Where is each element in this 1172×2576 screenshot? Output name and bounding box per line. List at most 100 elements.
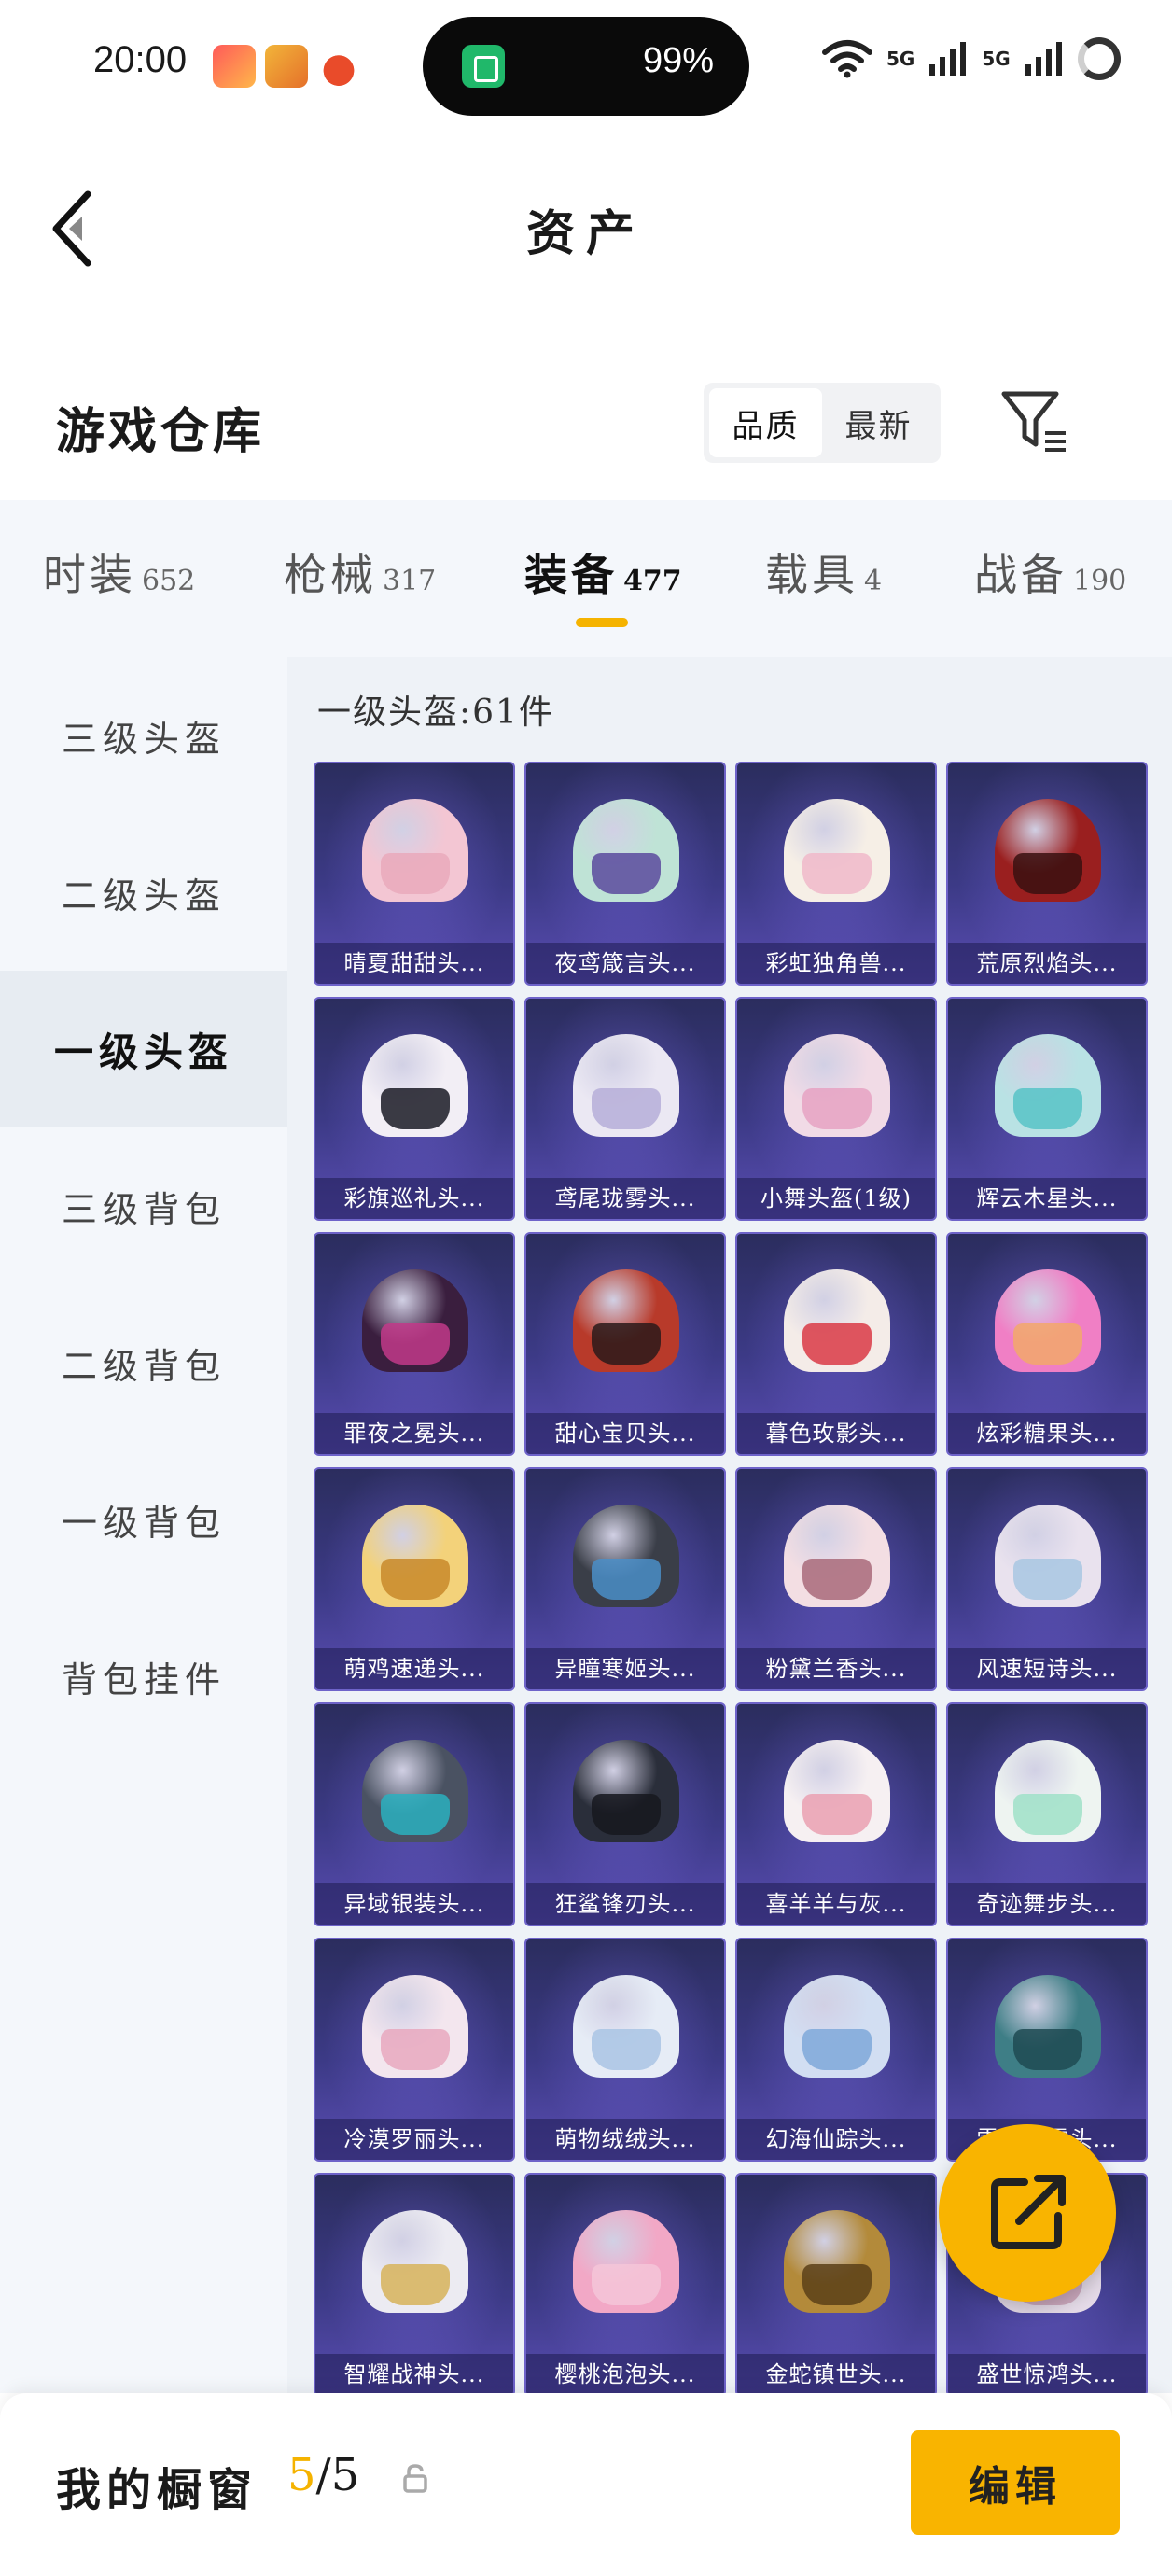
warehouse-title: 游戏仓库: [56, 403, 266, 460]
tab-vehicles[interactable]: 载具 4: [765, 541, 882, 603]
helmet-visor: [381, 2264, 450, 2305]
item-name: 樱桃泡泡头...: [526, 2354, 724, 2393]
item-card[interactable]: 粉黛兰香头...: [735, 1467, 937, 1691]
item-card[interactable]: 异域银装头...: [314, 1702, 515, 1926]
warehouse-header: 游戏仓库 品质 最新: [0, 355, 1172, 495]
item-card[interactable]: 罪夜之冕头...: [314, 1232, 515, 1456]
item-name: 夜鸢箴言头...: [526, 943, 724, 984]
signal-icon: [1025, 42, 1062, 76]
tab-count: 4: [864, 565, 883, 597]
tab-weapons[interactable]: 枪械 317: [284, 541, 436, 603]
system-icons: 5G 5G: [821, 37, 1121, 80]
item-name: 异域银装头...: [315, 1883, 513, 1925]
item-name: 粉黛兰香头...: [737, 1648, 935, 1689]
tab-count: 477: [623, 565, 682, 597]
helmet-visor: [592, 1794, 661, 1835]
helmet-visor: [381, 1794, 450, 1835]
battery-icon: [1077, 37, 1121, 80]
item-card[interactable]: 彩旗巡礼头...: [314, 997, 515, 1221]
tab-count: 652: [142, 565, 196, 597]
helmet-visor: [592, 853, 661, 894]
item-card[interactable]: 金蛇镇世头...: [735, 2173, 937, 2393]
notification-app-icon: [213, 45, 256, 88]
item-name: 彩虹独角兽...: [737, 943, 935, 984]
item-name: 金蛇镇世头...: [737, 2354, 935, 2393]
item-card[interactable]: 幻海仙踪头...: [735, 1938, 937, 2162]
lock-icon: [403, 2464, 427, 2493]
sidebar-item-backpack-pendant[interactable]: 背包挂件: [0, 1598, 287, 1755]
item-card[interactable]: 樱桃泡泡头...: [524, 2173, 726, 2393]
item-name: 炫彩糖果头...: [948, 1413, 1146, 1454]
category-tabs: 时装 652 枪械 317 装备 477 载具 4 战备 190: [0, 500, 1172, 657]
subcategory-sidebar: 三级头盔 二级头盔 一级头盔 三级背包 二级背包 一级背包 背包挂件: [0, 657, 287, 2393]
showcase-total-count: /5: [315, 2449, 360, 2501]
active-tab-indicator: [576, 618, 628, 627]
item-card[interactable]: 冷漠罗丽头...: [314, 1938, 515, 2162]
battery-percent: 99%: [642, 41, 714, 80]
item-card[interactable]: 异瞳寒姬头...: [524, 1467, 726, 1691]
item-card[interactable]: 风速短诗头...: [946, 1467, 1148, 1691]
item-name: 彩旗巡礼头...: [315, 1178, 513, 1219]
wifi-icon: [822, 40, 872, 78]
item-card[interactable]: 奇迹舞步头...: [946, 1702, 1148, 1926]
item-card[interactable]: 彩虹独角兽...: [735, 762, 937, 986]
edit-button[interactable]: 编辑: [911, 2430, 1120, 2535]
item-card[interactable]: 夜鸢箴言头...: [524, 762, 726, 986]
item-card[interactable]: 萌物绒绒头...: [524, 1938, 726, 2162]
item-card[interactable]: 喜羊羊与灰...: [735, 1702, 937, 1926]
item-name: 萌物绒绒头...: [526, 2119, 724, 2160]
item-card[interactable]: 智耀战神头...: [314, 2173, 515, 2393]
item-card[interactable]: 狂鲨锋刃头...: [524, 1702, 726, 1926]
sort-by-quality-button[interactable]: 品质: [709, 388, 822, 457]
section-title: 一级头盔:61件: [317, 693, 554, 732]
share-button[interactable]: [939, 2124, 1116, 2302]
filter-icon[interactable]: [998, 386, 1069, 457]
helmet-visor: [1013, 1794, 1082, 1835]
sort-by-newest-button[interactable]: 最新: [822, 388, 935, 457]
tab-outfits[interactable]: 时装 652: [43, 541, 195, 603]
item-card[interactable]: 甜心宝贝头...: [524, 1232, 726, 1456]
sidebar-item-level2-backpack[interactable]: 二级背包: [0, 1284, 287, 1441]
item-name: 风速短诗头...: [948, 1648, 1146, 1689]
sidebar-item-level3-helmet[interactable]: 三级头盔: [0, 657, 287, 814]
helmet-visor: [802, 1559, 872, 1600]
item-card[interactable]: 鸢尾珑雾头...: [524, 997, 726, 1221]
item-name: 晴夏甜甜头...: [315, 943, 513, 984]
sidebar-item-level3-backpack[interactable]: 三级背包: [0, 1127, 287, 1284]
item-name: 异瞳寒姬头...: [526, 1648, 724, 1689]
tab-equipment[interactable]: 装备 477: [524, 541, 682, 603]
helmet-visor: [592, 2264, 661, 2305]
sidebar-item-level2-helmet[interactable]: 二级头盔: [0, 814, 287, 971]
item-card[interactable]: 炫彩糖果头...: [946, 1232, 1148, 1456]
item-card[interactable]: 暮色玫影头...: [735, 1232, 937, 1456]
helmet-visor: [592, 1323, 661, 1365]
helmet-visor: [381, 1559, 450, 1600]
tab-supplies[interactable]: 战备 190: [974, 541, 1126, 603]
item-name: 罪夜之冕头...: [315, 1413, 513, 1454]
helmet-visor: [802, 2029, 872, 2070]
tab-count: 317: [383, 565, 437, 597]
helmet-visor: [381, 1088, 450, 1129]
sidebar-item-level1-helmet[interactable]: 一级头盔: [0, 971, 287, 1127]
item-name: 辉云木星头...: [948, 1178, 1146, 1219]
share-icon: [991, 2175, 1066, 2249]
item-card[interactable]: 小舞头盔(1级): [735, 997, 937, 1221]
helmet-visor: [1013, 2029, 1082, 2070]
helmet-visor: [381, 1323, 450, 1365]
helmet-visor: [1013, 1088, 1082, 1129]
network-type-label: 5G: [886, 48, 915, 70]
tab-label: 载具: [765, 550, 858, 600]
item-name: 幻海仙踪头...: [737, 2119, 935, 2160]
tab-label: 时装: [43, 550, 136, 600]
item-card[interactable]: 萌鸡速递头...: [314, 1467, 515, 1691]
sidebar-item-level1-backpack[interactable]: 一级背包: [0, 1441, 287, 1598]
item-card[interactable]: 荒原烈焰头...: [946, 762, 1148, 986]
status-time: 20:00: [93, 39, 188, 80]
item-card[interactable]: 辉云木星头...: [946, 997, 1148, 1221]
helmet-visor: [592, 1559, 661, 1600]
helmet-visor: [1013, 853, 1082, 894]
helmet-visor: [381, 853, 450, 894]
dynamic-island: 99%: [423, 17, 749, 116]
item-card[interactable]: 晴夏甜甜头...: [314, 762, 515, 986]
helmet-visor: [1013, 1323, 1082, 1365]
